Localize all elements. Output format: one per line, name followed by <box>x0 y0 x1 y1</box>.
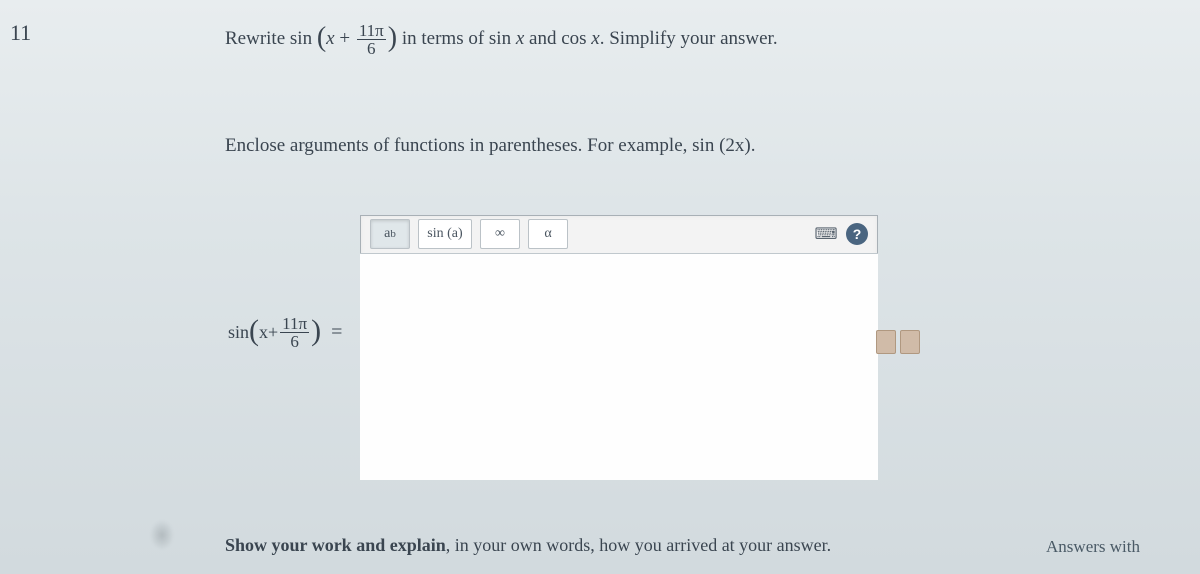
show-work-bold: Show your work and explain <box>225 535 446 555</box>
page-container: 11 Rewrite sin (x + 11π6) in terms of si… <box>0 0 1200 574</box>
instr-arg: 2x <box>725 135 744 156</box>
close-paren: ) <box>388 22 397 53</box>
math-editor-body[interactable] <box>360 253 878 480</box>
expr-fraction: 11π6 <box>280 315 309 350</box>
expression-prefix: sin (x + 11π6) = <box>228 315 348 350</box>
help-button[interactable]: ? <box>846 223 868 245</box>
exponent-button[interactable]: ab <box>370 219 410 249</box>
frac-numerator: 11π <box>357 22 386 40</box>
instr-part1: Enclose arguments of functions in parent… <box>225 135 719 156</box>
prompt-prefix: Rewrite sin <box>225 28 312 49</box>
expr-x: x <box>259 322 268 343</box>
scratchpad-icon[interactable] <box>900 330 920 354</box>
alpha-button[interactable]: α <box>528 219 568 249</box>
expr-plus: + <box>268 322 278 343</box>
notes-icon[interactable] <box>876 330 896 354</box>
prompt-cosx: x <box>591 28 599 49</box>
instr-rparen: ). <box>744 135 755 156</box>
prompt-fraction: 11π6 <box>357 22 386 57</box>
show-work-prompt: Show your work and explain, in your own … <box>225 535 831 556</box>
instruction-text: Enclose arguments of functions in parent… <box>225 135 755 157</box>
expr-den: 6 <box>280 333 309 350</box>
open-paren: ( <box>317 22 326 53</box>
exponent-sup: b <box>390 228 396 240</box>
expr-equals: = <box>331 321 342 344</box>
function-button[interactable]: sin (a) <box>418 219 472 249</box>
prompt-middle: in terms of sin <box>402 28 516 49</box>
expr-sin: sin <box>228 322 249 343</box>
prompt-and: and cos <box>524 28 591 49</box>
expr-num: 11π <box>280 315 309 333</box>
question-prompt: Rewrite sin (x + 11π6) in terms of sin x… <box>225 22 778 57</box>
keyboard-icon[interactable]: ⌨ <box>814 222 838 246</box>
show-work-rest: , in your own words, how you arrived at … <box>446 535 831 555</box>
question-number: 11 <box>10 20 31 46</box>
prompt-plus: + <box>335 28 355 49</box>
infinity-button[interactable]: ∞ <box>480 219 520 249</box>
answers-fragment: Answers with <box>1046 537 1140 557</box>
prompt-var-x: x <box>326 28 334 49</box>
prompt-suffix: . Simplify your answer. <box>600 28 778 49</box>
side-icon-group <box>876 330 920 354</box>
frac-denominator: 6 <box>357 40 386 57</box>
paper-smudge <box>150 520 174 550</box>
